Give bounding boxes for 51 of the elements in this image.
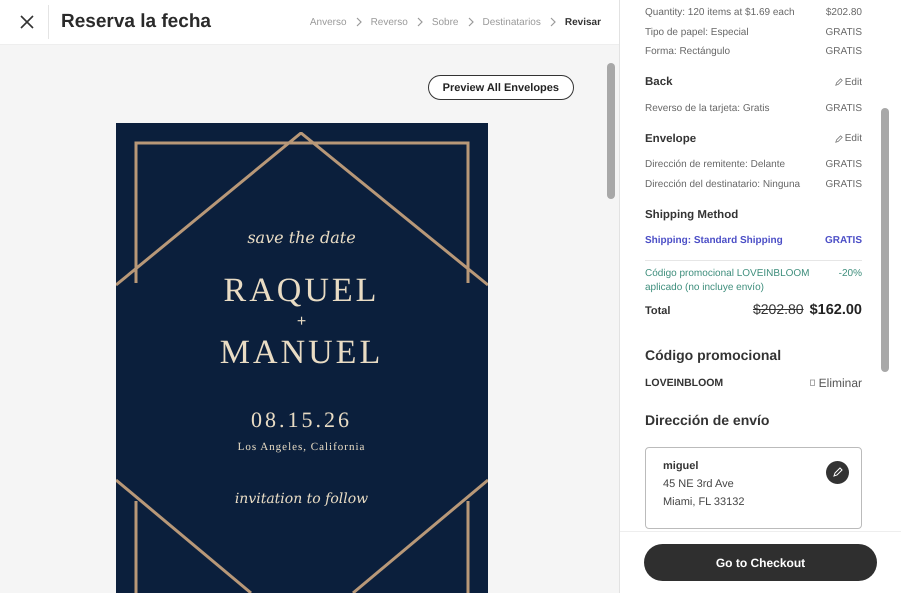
shipping-method-label: Shipping: Standard Shipping bbox=[645, 234, 783, 248]
remove-link[interactable]: Eliminar bbox=[810, 376, 862, 390]
page-title: Reserva la fecha bbox=[61, 11, 211, 33]
line-item-label: Reverso de la tarjeta: Gratis bbox=[645, 102, 770, 116]
chevron-icon bbox=[550, 17, 556, 27]
line-item-price: GRATIS bbox=[826, 45, 862, 59]
script-footer: invitation to follow bbox=[234, 491, 368, 507]
shipping-price: GRATIS bbox=[824, 234, 862, 248]
edit-address-button[interactable] bbox=[826, 460, 849, 484]
pencil-icon bbox=[834, 134, 843, 142]
promo-code: LOVEINBLOOM bbox=[645, 376, 724, 388]
total-label: Total bbox=[645, 304, 670, 316]
line-item-price: GRATIS bbox=[826, 102, 862, 116]
line-item-price: GRATIS bbox=[826, 158, 862, 172]
edit-link[interactable]: Edit bbox=[834, 76, 862, 88]
section-heading: Dirección de envío bbox=[645, 412, 770, 428]
discount-label: Código promocional LOVEINBLOOM aplicado (no incluye envío) bbox=[645, 266, 811, 294]
chevron-icon bbox=[356, 17, 362, 27]
address-line: 45 NE 3rd Ave bbox=[663, 478, 735, 490]
discount-value: -20% bbox=[838, 266, 862, 280]
section-title: Back bbox=[645, 76, 672, 88]
chevron-icon bbox=[416, 17, 423, 27]
pencil-icon bbox=[834, 78, 843, 86]
section-title: Shipping Method bbox=[645, 208, 738, 220]
edit-link[interactable]: Edit bbox=[834, 133, 862, 144]
checkout-button[interactable]: Go to Checkout bbox=[644, 544, 877, 581]
address-line: Miami, FL 33132 bbox=[663, 496, 745, 508]
script-heading: save the date bbox=[247, 228, 356, 247]
plus-sign: + bbox=[296, 312, 306, 332]
event-location: Los Angeles, California bbox=[238, 441, 366, 453]
section-heading: Código promocional bbox=[645, 346, 782, 362]
line-item-price: GRATIS bbox=[826, 178, 862, 192]
recipient-name: miguel bbox=[663, 460, 700, 472]
line-item-label: Dirección de remitente: Delante bbox=[645, 158, 786, 172]
chevron-icon bbox=[468, 17, 474, 27]
section-title: Envelope bbox=[645, 132, 696, 144]
discounted-total: $162.00 bbox=[810, 302, 862, 318]
line-item-price: GRATIS bbox=[826, 26, 862, 40]
original-total: $202.80 bbox=[752, 300, 804, 316]
couple-name: MANUEL bbox=[220, 333, 384, 373]
step-link[interactable]: Revisar bbox=[564, 16, 601, 28]
line-item-label: Forma: Rectángulo bbox=[645, 45, 730, 59]
couple-name: RAQUEL bbox=[224, 271, 380, 311]
line-item-price: $202.80 bbox=[826, 6, 862, 20]
line-item-label: Quantity: 120 items at $1.69 each bbox=[645, 6, 795, 20]
preview-envelopes-button[interactable]: Preview All Envelopes bbox=[428, 75, 574, 100]
line-item-label: Tipo de papel: Especial bbox=[645, 26, 749, 40]
close-icon[interactable] bbox=[20, 15, 34, 29]
line-item-label: Dirección del destinatario: Ninguna bbox=[645, 178, 800, 192]
event-date: 08.15.26 bbox=[251, 407, 352, 433]
pencil-icon bbox=[832, 467, 842, 477]
